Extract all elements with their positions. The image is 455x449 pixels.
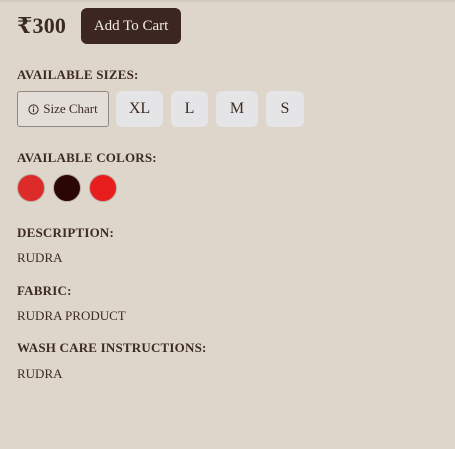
size-option-s[interactable]: S: [266, 91, 304, 127]
sizes-heading: AVAILABLE SIZES:: [17, 67, 139, 82]
size-chart-button[interactable]: Size Chart: [17, 91, 109, 127]
size-option-m[interactable]: M: [216, 91, 258, 127]
sizes-row: Size Chart XL L M S: [17, 91, 312, 127]
add-to-cart-button[interactable]: Add To Cart: [81, 8, 182, 44]
wash-care-value: RUDRA: [17, 366, 63, 381]
description-heading: DESCRIPTION:: [17, 225, 115, 240]
colors-row: [17, 174, 125, 202]
price-row: ₹300 Add To Cart: [17, 8, 182, 44]
size-option-l[interactable]: L: [171, 91, 208, 127]
description-value: RUDRA: [17, 250, 63, 265]
color-swatch-3[interactable]: [89, 174, 117, 202]
fabric-value: RUDRA PRODUCT: [17, 308, 126, 323]
colors-heading: AVAILABLE COLORS:: [17, 150, 157, 165]
color-swatch-1[interactable]: [17, 174, 45, 202]
product-price: ₹300: [17, 13, 67, 38]
color-swatch-2[interactable]: [53, 174, 81, 202]
wash-care-heading: WASH CARE INSTRUCTIONS:: [17, 340, 207, 355]
size-option-xl[interactable]: XL: [116, 91, 163, 127]
info-circle-icon: [28, 103, 39, 115]
fabric-heading: FABRIC:: [17, 283, 72, 298]
size-chart-label: Size Chart: [43, 101, 98, 116]
top-shadow: [0, 0, 455, 3]
